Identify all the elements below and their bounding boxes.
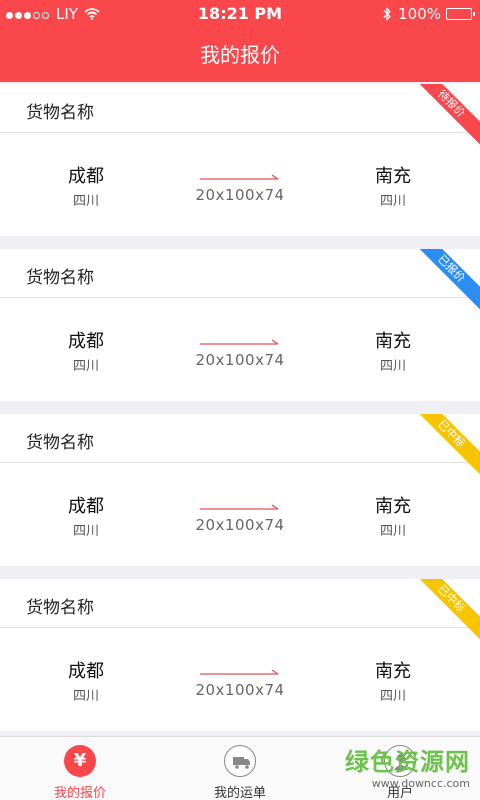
route-arrow-icon: [200, 504, 279, 510]
cargo-name: 货物名称: [26, 103, 94, 123]
cargo-dimensions: 20x100x74: [195, 351, 285, 369]
bluetooth-icon: [383, 7, 392, 21]
divider: [0, 132, 480, 133]
origin-province: 四川: [72, 689, 99, 704]
watermark-text: 绿色资源网: [345, 748, 470, 776]
tab-label: 我的报价: [53, 786, 106, 800]
nav-bar: 我的报价: [0, 28, 480, 82]
status-ribbon: 已中标: [406, 414, 480, 479]
origin-city: 成都: [68, 496, 104, 517]
origin-city: 成都: [68, 331, 104, 352]
quote-card[interactable]: 货物名称 成都 四川 20x100x74 南充 四川 待报价: [0, 84, 480, 236]
cargo-name: 货物名称: [26, 268, 94, 288]
origin-city: 成都: [68, 661, 104, 682]
status-ribbon: 已中标: [406, 579, 480, 644]
cargo-name: 货物名称: [26, 598, 94, 618]
origin-province: 四川: [72, 524, 99, 539]
watermark-url: www.downcc.com: [371, 777, 470, 790]
quote-card[interactable]: 货物名称 成都 四川 20x100x74 南充 四川 已中标: [0, 579, 480, 731]
route-arrow-icon: [200, 339, 279, 345]
status-right: 100%: [382, 5, 475, 23]
quote-card[interactable]: 货物名称 成都 四川 20x100x74 南充 四川 已中标: [0, 414, 480, 566]
cargo-dimensions: 20x100x74: [195, 681, 285, 699]
tab-my-quotes[interactable]: ¥ 我的报价: [0, 737, 160, 800]
divider: [0, 627, 480, 628]
battery-icon: [446, 8, 475, 20]
destination-province: 四川: [379, 689, 406, 704]
tab-my-waybills[interactable]: 我的运单: [160, 737, 320, 800]
watermark: 绿色资源网 www.downcc.com: [320, 742, 470, 792]
status-ribbon: 已报价: [406, 249, 480, 314]
cargo-name: 货物名称: [26, 433, 94, 453]
status-ribbon: 待报价: [406, 84, 480, 149]
route-arrow-icon: [200, 669, 279, 675]
status-bar: LIY 18:21 PM 100%: [0, 0, 480, 28]
divider: [0, 297, 480, 298]
destination-city: 南充: [375, 661, 411, 682]
origin-province: 四川: [72, 359, 99, 374]
destination-city: 南充: [375, 496, 411, 517]
divider: [0, 462, 480, 463]
destination-province: 四川: [379, 524, 406, 539]
route-arrow-icon: [200, 174, 279, 180]
tab-label: 我的运单: [213, 786, 266, 800]
cargo-dimensions: 20x100x74: [195, 186, 285, 204]
destination-city: 南充: [375, 331, 411, 352]
destination-province: 四川: [379, 194, 406, 209]
battery-percent: 100%: [398, 5, 441, 23]
page-title: 我的报价: [200, 43, 280, 67]
destination-city: 南充: [375, 166, 411, 187]
origin-city: 成都: [68, 166, 104, 187]
cargo-dimensions: 20x100x74: [195, 516, 285, 534]
destination-province: 四川: [379, 359, 406, 374]
truck-icon: [224, 745, 256, 777]
yen-icon: ¥: [64, 745, 96, 777]
quote-card[interactable]: 货物名称 成都 四川 20x100x74 南充 四川 已报价: [0, 249, 480, 401]
origin-province: 四川: [72, 194, 99, 209]
